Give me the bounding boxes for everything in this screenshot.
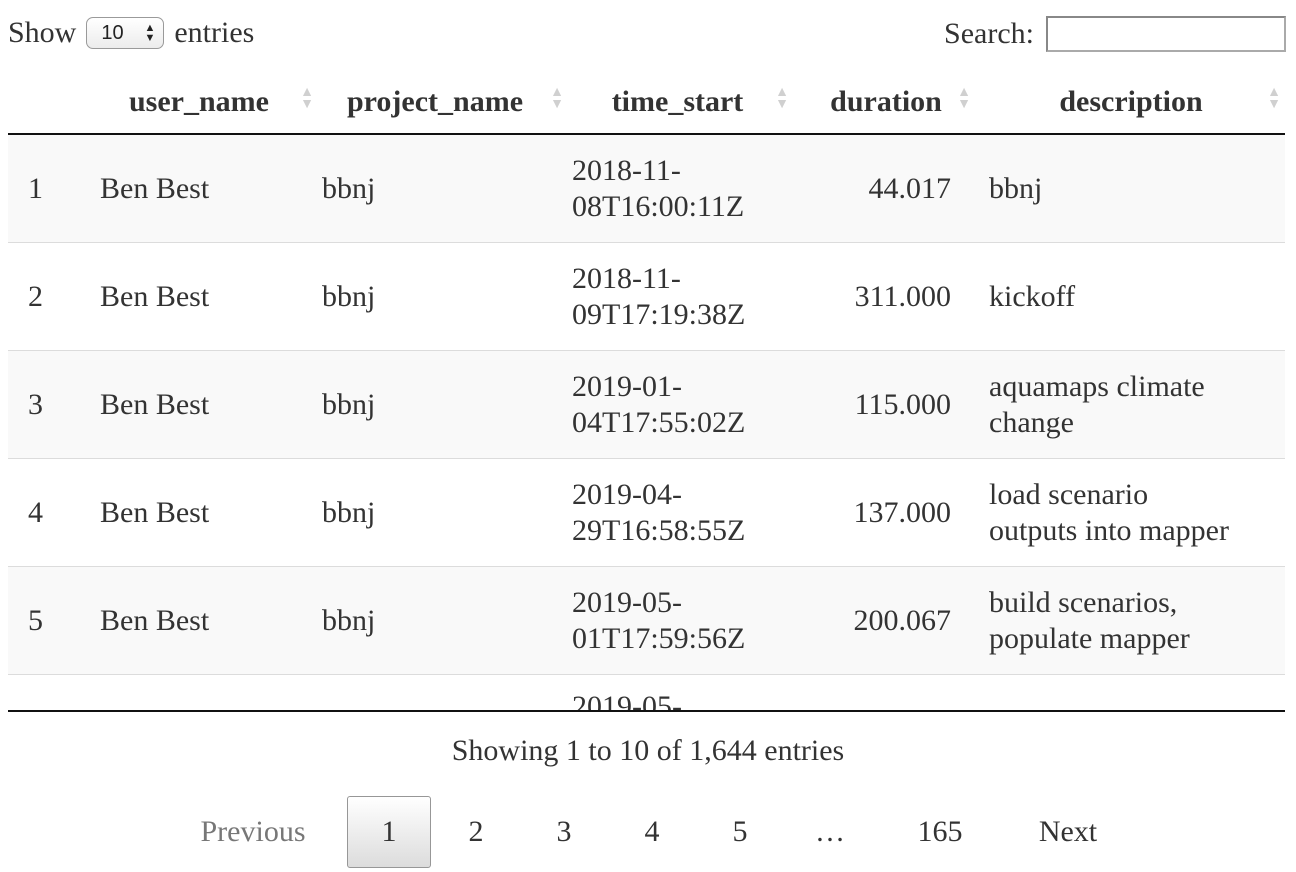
cell-duration: 137.000 xyxy=(795,458,977,567)
cell-project-name: bbnj xyxy=(310,458,560,567)
cell-time-start: 2019-04- 29T16:58:55Z xyxy=(560,458,795,567)
cell-duration: 115.000 xyxy=(795,350,977,459)
page-button-165[interactable]: 165 xyxy=(900,796,980,868)
cell-project-name xyxy=(310,674,560,710)
row-index: 2 xyxy=(8,242,88,351)
select-arrows-icon: ▲ ▼ xyxy=(144,22,156,44)
cell-duration: 200.067 xyxy=(795,566,977,675)
row-index: 4 xyxy=(8,458,88,567)
header-project-name[interactable]: project_name ▲ ▼ xyxy=(310,70,564,135)
show-label: Show xyxy=(8,16,77,49)
cell-description: kickoff xyxy=(977,242,1285,351)
cell-project-name: bbnj xyxy=(310,350,560,459)
entries-per-page-value: 10 xyxy=(101,21,124,44)
cell-time-start: 2018-11- 09T17:19:38Z xyxy=(560,242,795,351)
header-time-start[interactable]: time_start ▲ ▼ xyxy=(560,70,795,135)
cell-user-name: Ben Best xyxy=(88,350,310,459)
cell-project-name: bbnj xyxy=(310,242,560,351)
row-index xyxy=(8,674,88,710)
cell-description xyxy=(977,674,1285,710)
table-row[interactable]: 3 Ben Best bbnj 2019-01- 04T17:55:02Z 115… xyxy=(8,350,1285,459)
cell-project-name: bbnj xyxy=(310,134,560,243)
sort-icon: ▲ ▼ xyxy=(775,85,789,112)
cell-user-name: Ben Best xyxy=(88,134,310,243)
table-row[interactable]: 1 Ben Best bbnj 2018-11- 08T16:00:11Z 44.… xyxy=(8,134,1285,243)
table-header-row: user_name ▲ ▼ project_name ▲ ▼ time_start ▲ ▼ … xyxy=(8,70,1285,135)
page-button-2[interactable]: 2 xyxy=(446,796,506,868)
search-label: Search: xyxy=(944,17,1034,50)
table-row[interactable]: 2 Ben Best bbnj 2018-11- 09T17:19:38Z 311… xyxy=(8,242,1285,351)
row-index: 1 xyxy=(8,134,88,243)
cell-time-start: 2019-01- 04T17:55:02Z xyxy=(560,350,795,459)
previous-button[interactable]: Previous xyxy=(196,796,310,868)
pagination: Previous 1 2 3 4 5 … 165 Next xyxy=(0,796,1296,868)
header-description[interactable]: description ▲ ▼ xyxy=(977,70,1285,135)
header-duration[interactable]: duration ▲ ▼ xyxy=(795,70,977,135)
cell-duration xyxy=(795,674,977,710)
next-button[interactable]: Next xyxy=(1018,796,1118,868)
table-row[interactable]: 4 Ben Best bbnj 2019-04- 29T16:58:55Z 137… xyxy=(8,458,1285,567)
cell-description: aquamaps climate change xyxy=(977,350,1285,459)
entries-label: entries xyxy=(174,16,255,49)
cell-user-name: Ben Best xyxy=(88,242,310,351)
cell-user-name xyxy=(88,674,310,710)
cell-description: build scenarios, populate mapper xyxy=(977,566,1285,675)
sort-icon: ▲ ▼ xyxy=(1267,85,1281,112)
table-row[interactable]: 2019-05- xyxy=(8,674,1285,710)
search-input[interactable] xyxy=(1046,16,1286,52)
page-button-1[interactable]: 1 xyxy=(347,796,431,868)
cell-project-name: bbnj xyxy=(310,566,560,675)
page-button-4[interactable]: 4 xyxy=(622,796,682,868)
cell-user-name: Ben Best xyxy=(88,458,310,567)
cell-time-start: 2019-05- 01T17:59:56Z xyxy=(560,566,795,675)
row-index: 5 xyxy=(8,566,88,675)
cell-time-start: 2019-05- xyxy=(560,674,795,710)
cell-duration: 44.017 xyxy=(795,134,977,243)
sort-icon: ▲ ▼ xyxy=(957,85,971,112)
cell-user-name: Ben Best xyxy=(88,566,310,675)
table-row[interactable]: 5 Ben Best bbnj 2019-05- 01T17:59:56Z 200… xyxy=(8,566,1285,675)
data-table: user_name ▲ ▼ project_name ▲ ▼ time_start ▲ ▼ … xyxy=(8,70,1285,712)
cell-description: bbnj xyxy=(977,134,1285,243)
cell-time-start: 2018-11- 08T16:00:11Z xyxy=(560,134,795,243)
cell-duration: 311.000 xyxy=(795,242,977,351)
row-index: 3 xyxy=(8,350,88,459)
header-index xyxy=(8,70,88,135)
page-ellipsis: … xyxy=(815,815,845,848)
page-button-5[interactable]: 5 xyxy=(710,796,770,868)
table-info: Showing 1 to 10 of 1,644 entries xyxy=(451,734,845,767)
table-controls: Show 10 ▲ ▼ entries Search: xyxy=(0,0,1296,70)
header-user-name[interactable]: user_name ▲ ▼ xyxy=(88,70,314,135)
entries-per-page-select[interactable]: 10 ▲ ▼ xyxy=(86,17,165,49)
search-control: Search: xyxy=(944,16,1286,52)
page-button-3[interactable]: 3 xyxy=(534,796,594,868)
cell-description: load scenario outputs into mapper xyxy=(977,458,1285,567)
length-control: Show 10 ▲ ▼ entries xyxy=(8,16,254,50)
